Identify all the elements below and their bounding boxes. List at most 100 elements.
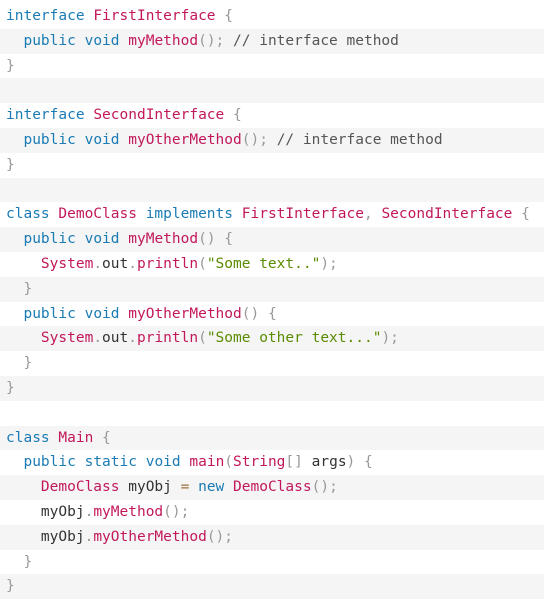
code-token-class: DemoClass [58,206,137,223]
code-token-punct: ( [198,255,207,272]
code-line: } [0,550,544,575]
code-token-punct: () [198,231,216,248]
code-line: } [0,276,544,302]
code-line: System.out.println("Some text.."); [0,252,544,277]
code-token-punct: . [128,330,137,347]
code-token-punct: { [102,429,111,446]
code-token-punct: } [6,379,15,396]
code-line: class Main { [0,425,544,451]
code-token-keyword: void [84,231,120,248]
code-token-keyword: interface [6,107,85,124]
code-token-method: myOtherMethod [93,528,207,545]
code-token-punct: ( [224,454,234,471]
code-token-keyword: public [23,305,76,322]
code-editor: interface FirstInterface { public void m… [0,0,544,600]
code-token-keyword: interface [6,8,85,24]
code-token-class: DemoClass [40,479,120,496]
code-line [0,177,544,203]
code-line: } [0,574,544,600]
code-token-comment: // interface method [233,32,399,49]
code-token-punct: . [93,330,103,347]
code-line: public static void main(String[] args) { [0,450,544,475]
code-token-method: println [136,330,199,347]
code-token-keyword: void [84,305,120,322]
code-token-punct: } [6,57,15,74]
code-token-method: println [136,255,199,272]
code-line: interface FirstInterface { [0,4,544,29]
code-token-punct: ) [346,454,356,471]
code-line: interface SecondInterface { [0,103,544,128]
code-line: } [0,351,544,376]
code-token-punct: } [6,578,15,595]
code-token-class: DemoClass [233,479,312,496]
code-token-plain: out [102,255,129,272]
code-line: } [0,375,544,401]
code-token-punct: { [224,231,234,248]
code-token-punct: { [233,107,242,124]
code-line: } [0,54,544,79]
code-token-class: SecondInterface [381,206,513,223]
code-token-method: main [189,454,225,471]
code-token-class: System [40,255,94,272]
code-token-keyword: void [145,454,181,471]
code-token-punct: (); [311,479,338,496]
code-token-punct: (); [198,32,225,49]
code-token-punct: , [363,206,373,223]
code-token-punct: . [128,255,137,272]
code-line: DemoClass myObj = new DemoClass(); [0,475,544,500]
code-token-keyword: new [198,479,225,496]
code-token-method: myOtherMethod [128,305,242,322]
code-token-punct: { [521,206,530,223]
code-token-keyword: public [23,454,76,471]
code-token-punct: () [241,305,260,322]
code-line: public void myOtherMethod(); // interfac… [0,127,544,153]
code-line: public void myMethod(); // interface met… [0,28,544,54]
code-token-punct: . [84,528,94,545]
code-line [0,78,544,104]
code-token-punct: } [23,280,33,297]
code-token-string: "Some other text..." [206,330,382,347]
code-token-punct: (); [241,131,268,148]
code-token-punct: { [224,8,233,24]
code-token-comment: // interface method [276,131,443,148]
code-token-method: myOtherMethod [128,131,242,148]
code-token-punct: { [364,454,373,471]
code-token-class: System [40,330,94,347]
code-token-punct: . [93,255,103,272]
code-token-punct: } [23,553,33,570]
code-token-class: String [233,454,286,471]
code-line: public void myOtherMethod() { [0,302,544,327]
code-token-class: Main [58,429,94,446]
code-token-punct: (); [206,528,234,545]
